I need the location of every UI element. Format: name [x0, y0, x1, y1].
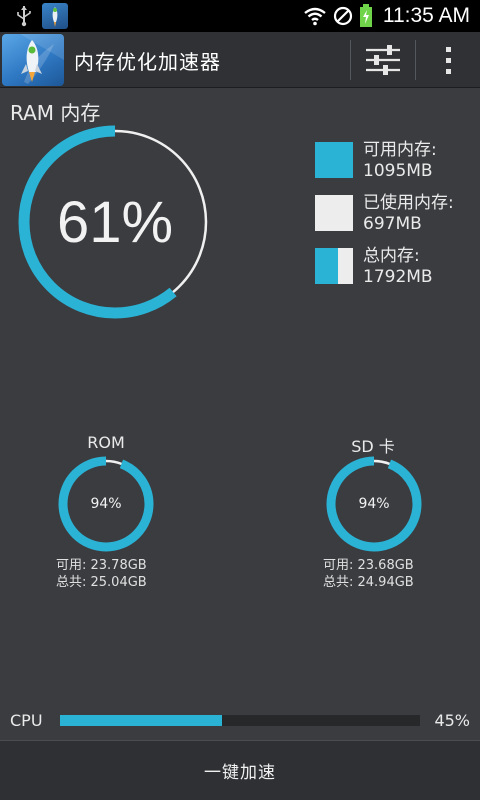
- cpu-usage-fill: [60, 715, 222, 726]
- sd-available: 可用: 23.68GB: [323, 558, 414, 573]
- status-time: 11:35 AM: [382, 4, 470, 27]
- legend-total-memory: 总内存: 1792MB: [315, 246, 433, 288]
- rom-available: 可用: 23.78GB: [56, 558, 147, 573]
- overflow-menu-button[interactable]: [418, 32, 480, 88]
- legend-used-memory: 已使用内存: 697MB: [315, 193, 454, 235]
- total-memory-swatch: [315, 248, 353, 284]
- ram-percent: 61%: [56, 189, 174, 255]
- legend-value: 1792MB: [363, 267, 433, 287]
- rom-info: 可用: 23.78GB 总共: 25.04GB: [56, 557, 147, 591]
- legend-label: 已使用内存:: [363, 193, 454, 213]
- sd-total: 总共: 24.94GB: [323, 575, 414, 590]
- usb-icon: [17, 6, 31, 27]
- no-signal-icon: [333, 6, 352, 26]
- rom-percent: 94%: [90, 496, 122, 512]
- overflow-menu-icon: [446, 47, 451, 74]
- app-title: 内存优化加速器: [74, 50, 221, 74]
- toolbar-divider: [350, 40, 351, 80]
- settings-sliders-icon: [366, 45, 400, 75]
- legend-available-memory: 可用内存: 1095MB: [315, 140, 437, 182]
- toolbar-divider: [415, 40, 416, 80]
- wifi-icon: [304, 7, 326, 26]
- available-memory-swatch: [315, 142, 353, 178]
- status-bar: 11:35 AM: [0, 0, 480, 32]
- sd-title: SD 卡: [351, 437, 395, 456]
- settings-button[interactable]: [352, 32, 414, 88]
- cpu-percent: 45%: [434, 711, 470, 730]
- app-notification-icon: [42, 3, 68, 29]
- rom-total: 总共: 25.04GB: [56, 575, 147, 590]
- legend-label: 总内存:: [363, 246, 420, 266]
- rom-title: ROM: [87, 433, 125, 452]
- one-tap-boost-button[interactable]: 一键加速: [0, 740, 480, 800]
- ram-section-title: RAM 内存: [10, 101, 101, 125]
- sd-percent: 94%: [358, 496, 390, 512]
- legend-value: 697MB: [363, 214, 422, 234]
- legend-value: 1095MB: [363, 161, 433, 181]
- sd-info: 可用: 23.68GB 总共: 24.94GB: [323, 557, 414, 591]
- legend-label: 可用内存:: [363, 140, 437, 160]
- used-memory-swatch: [315, 195, 353, 231]
- app-logo-icon[interactable]: [2, 34, 64, 86]
- cpu-label: CPU: [10, 711, 43, 730]
- battery-charging-icon: [359, 4, 372, 27]
- cpu-usage-bar: [60, 715, 420, 726]
